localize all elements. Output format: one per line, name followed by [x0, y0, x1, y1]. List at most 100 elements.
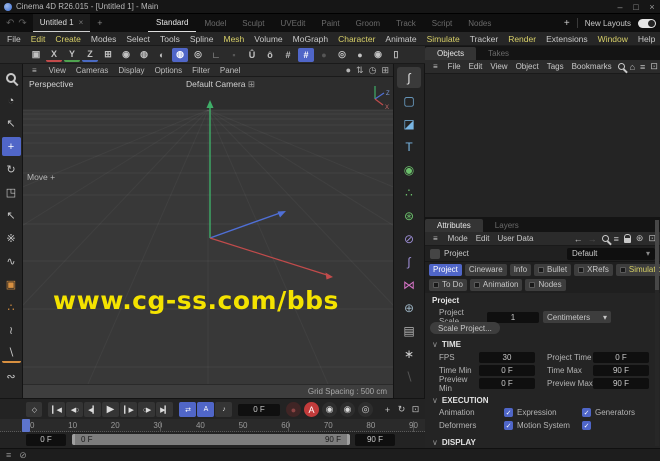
object-mode-button[interactable]: ◍ — [172, 48, 188, 62]
close-button[interactable]: × — [644, 0, 660, 14]
keyframe-selection-button[interactable]: ◉ — [340, 402, 355, 417]
workplane-lock-button[interactable]: # — [298, 48, 314, 62]
layout-track[interactable]: Track — [388, 14, 424, 32]
select-tool[interactable]: ↖ — [2, 114, 21, 133]
menu-tracker[interactable]: Tracker — [465, 32, 504, 46]
menu-tools[interactable]: Tools — [155, 32, 185, 46]
vp-menu-view[interactable]: View — [44, 66, 71, 75]
spline-pen-icon[interactable]: ∫ — [397, 67, 421, 88]
attr-tab-xrefs[interactable]: XRefs — [574, 264, 613, 276]
text-object-icon[interactable]: T — [397, 136, 421, 157]
menu-create[interactable]: Create — [50, 32, 86, 46]
om-menu-file[interactable]: File — [444, 60, 465, 74]
scrollbar[interactable] — [655, 220, 659, 446]
field-icon[interactable]: ⊘ — [397, 228, 421, 249]
split-view-icon[interactable]: ⊞ — [381, 65, 389, 76]
enable-checkbox[interactable] — [474, 282, 480, 288]
search-icon[interactable] — [602, 235, 609, 242]
om-menu-view[interactable]: View — [486, 60, 511, 74]
time-input[interactable]: 90 F — [593, 365, 649, 376]
undo-icon[interactable]: ↶ — [6, 18, 14, 29]
scatter-tool[interactable]: ∴ — [2, 298, 21, 317]
menu-spline[interactable]: Spline — [185, 32, 219, 46]
record-scene-button[interactable]: ● — [286, 402, 301, 417]
viewport-view-label[interactable]: Perspective — [29, 79, 73, 89]
preview-range-slider[interactable]: 0 F 90 F — [72, 434, 350, 445]
popout-icon[interactable]: ⊡ — [650, 61, 658, 72]
menu-edit[interactable]: Edit — [26, 32, 51, 46]
range-start-input[interactable]: 0 F — [26, 434, 66, 446]
viewport-hamburger-icon[interactable]: ≡ — [27, 66, 42, 75]
time-input[interactable]: 0 F — [593, 352, 649, 363]
goto-start-button[interactable]: ▎◀ — [48, 402, 65, 417]
enable-checkbox[interactable] — [538, 267, 544, 273]
find-tool[interactable] — [2, 68, 21, 87]
spline-smooth-tool[interactable]: ∿ — [2, 252, 21, 271]
next-key-button[interactable]: ○▶ — [138, 402, 155, 417]
timeline-ruler[interactable]: 0102030405060708090 — [0, 419, 425, 432]
tab-attributes[interactable]: Attributes — [425, 219, 483, 232]
attr-menu-edit[interactable]: Edit — [472, 232, 494, 246]
status-menu-icon[interactable]: ≡ — [6, 450, 11, 460]
document-tab[interactable]: Untitled 1 × — [33, 14, 90, 32]
om-menu-edit[interactable]: Edit — [465, 60, 487, 74]
forward-icon[interactable]: → — [588, 234, 597, 244]
prev-frame-button[interactable]: ◀▎ — [84, 402, 101, 417]
add-layout-button[interactable]: + — [564, 18, 570, 29]
goto-end-button[interactable]: ▶▎ — [156, 402, 173, 417]
current-frame-input[interactable]: 0 F — [238, 404, 280, 416]
record-scale-button[interactable]: ⊡ — [409, 402, 422, 417]
texture-mode-button[interactable]: ◐ — [154, 48, 170, 62]
tab-layers[interactable]: Layers — [483, 219, 531, 232]
vp-menu-filter[interactable]: Filter — [187, 66, 215, 75]
sync-view-icon[interactable]: ⇅ — [356, 65, 364, 76]
filter-icon[interactable]: ≡ — [640, 62, 645, 72]
menu-simulate[interactable]: Simulate — [422, 32, 465, 46]
lock-y-axis-button[interactable]: Y — [64, 48, 80, 62]
search-icon[interactable] — [618, 63, 625, 70]
enable-checkbox[interactable] — [620, 267, 626, 273]
close-document-icon[interactable]: × — [79, 18, 84, 27]
scale-tool[interactable]: ◳ — [2, 183, 21, 202]
attr-tab-animation[interactable]: Animation — [470, 279, 523, 291]
vp-menu-cameras[interactable]: Cameras — [71, 66, 113, 75]
project-scale-input[interactable]: 1 — [487, 312, 539, 323]
menu-mograph[interactable]: MoGraph — [288, 32, 333, 46]
subdivision-surface-icon[interactable]: ◉ — [397, 159, 421, 180]
time-input[interactable]: 30 — [479, 352, 535, 363]
om-hamburger-icon[interactable]: ≡ — [429, 60, 442, 74]
live-selection-tool[interactable]: ◔ — [2, 91, 21, 110]
layout-groom[interactable]: Groom — [348, 14, 388, 32]
time-input[interactable]: 90 F — [593, 378, 649, 389]
menu-render[interactable]: Render — [503, 32, 541, 46]
object-list[interactable] — [425, 74, 660, 218]
edit-render-settings-button[interactable]: ▯ — [388, 48, 404, 62]
layout-script[interactable]: Script — [424, 14, 460, 32]
snap-settings-button[interactable]: ◎ — [334, 48, 350, 62]
checkbox-checked[interactable]: ✓ — [582, 408, 591, 417]
camera-icon[interactable]: ▤ — [397, 320, 421, 341]
record-keyframe-button[interactable]: ◉ — [322, 402, 337, 417]
menu-animate[interactable]: Animate — [380, 32, 421, 46]
layouts-toggle[interactable] — [638, 19, 656, 28]
record-rotation-button[interactable]: ↻ — [395, 402, 408, 417]
range-end-input[interactable]: 90 F — [355, 434, 395, 446]
menu-modes[interactable]: Modes — [86, 32, 122, 46]
perspective-viewport[interactable]: Z X Perspective Default Camera ⊞ Move + … — [23, 77, 393, 384]
disabled-mode-icon[interactable]: ▪ — [226, 48, 242, 62]
menu-help[interactable]: Help — [633, 32, 660, 46]
menu-select[interactable]: Select — [121, 32, 155, 46]
enable-checkbox[interactable] — [433, 282, 439, 288]
enable-checkbox[interactable] — [578, 267, 584, 273]
attr-tab-bullet[interactable]: Bullet — [534, 264, 571, 276]
attr-tab-cineware[interactable]: Cineware — [465, 264, 507, 276]
plane-cut-tool[interactable]: ▣ — [2, 275, 21, 294]
prev-key-button[interactable]: ◀○ — [66, 402, 83, 417]
minimize-button[interactable]: – — [612, 0, 628, 14]
sound-button[interactable]: ♪ — [215, 402, 232, 417]
attr-tab-info[interactable]: Info — [510, 264, 531, 276]
back-icon[interactable]: ← — [574, 234, 583, 244]
lock-x-axis-button[interactable]: X — [46, 48, 62, 62]
keyframe-button[interactable]: ◇ — [26, 402, 42, 417]
unit-dropdown[interactable]: Centimeters ▾ — [543, 311, 611, 323]
